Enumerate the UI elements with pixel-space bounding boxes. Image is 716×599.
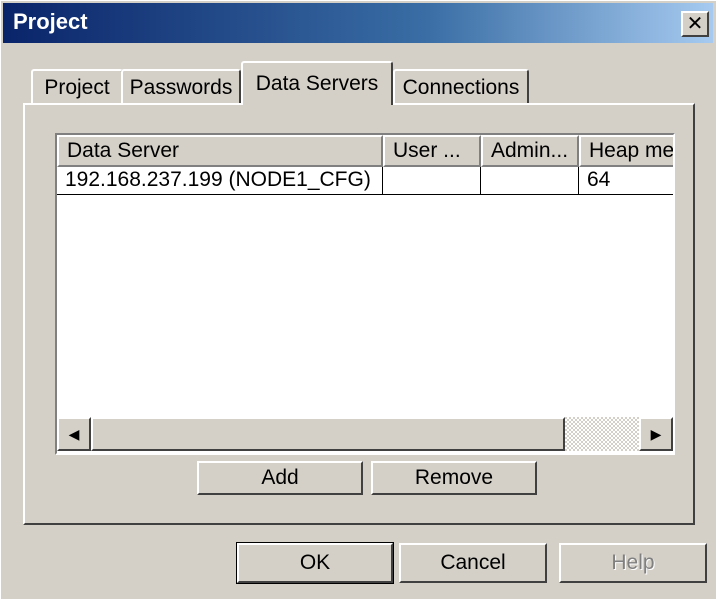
- tab-project[interactable]: Project: [31, 69, 123, 105]
- cell-admin: [481, 167, 579, 195]
- list-header: Data Server User ... Admin... Heap me: [57, 135, 673, 167]
- cell-data-server: 192.168.237.199 (NODE1_CFG): [57, 167, 383, 195]
- tab-data-servers[interactable]: Data Servers: [241, 61, 393, 105]
- data-server-list[interactable]: Data Server User ... Admin... Heap me 19…: [55, 133, 675, 455]
- scroll-left-button[interactable]: ◀: [57, 417, 91, 451]
- project-dialog: Project ✕ Project Passwords Data Servers…: [0, 0, 716, 599]
- add-button[interactable]: Add: [197, 461, 363, 495]
- scrollbar-thumb[interactable]: [91, 417, 565, 451]
- cell-user: [383, 167, 481, 195]
- scroll-right-button[interactable]: ▶: [639, 417, 673, 451]
- close-icon: ✕: [686, 13, 704, 35]
- horizontal-scrollbar[interactable]: ◀ ▶: [57, 417, 673, 451]
- close-button[interactable]: ✕: [681, 11, 709, 37]
- tab-connections[interactable]: Connections: [393, 69, 529, 105]
- remove-button[interactable]: Remove: [371, 461, 537, 495]
- column-header-heap-memory[interactable]: Heap me: [579, 135, 673, 167]
- table-row[interactable]: 192.168.237.199 (NODE1_CFG) 64: [57, 167, 673, 195]
- help-button: Help: [559, 543, 707, 583]
- column-header-data-server[interactable]: Data Server: [57, 135, 383, 167]
- title-bar[interactable]: Project ✕: [3, 3, 713, 43]
- scrollbar-track[interactable]: [565, 417, 639, 451]
- cell-heap-memory: 64: [579, 167, 673, 195]
- left-arrow-icon: ◀: [68, 425, 80, 442]
- column-header-admin[interactable]: Admin...: [481, 135, 579, 167]
- window-title: Project: [13, 9, 88, 34]
- column-header-user[interactable]: User ...: [383, 135, 481, 167]
- tab-passwords[interactable]: Passwords: [121, 69, 241, 105]
- cancel-button[interactable]: Cancel: [399, 543, 547, 583]
- right-arrow-icon: ▶: [650, 425, 662, 442]
- ok-button[interactable]: OK: [236, 542, 394, 584]
